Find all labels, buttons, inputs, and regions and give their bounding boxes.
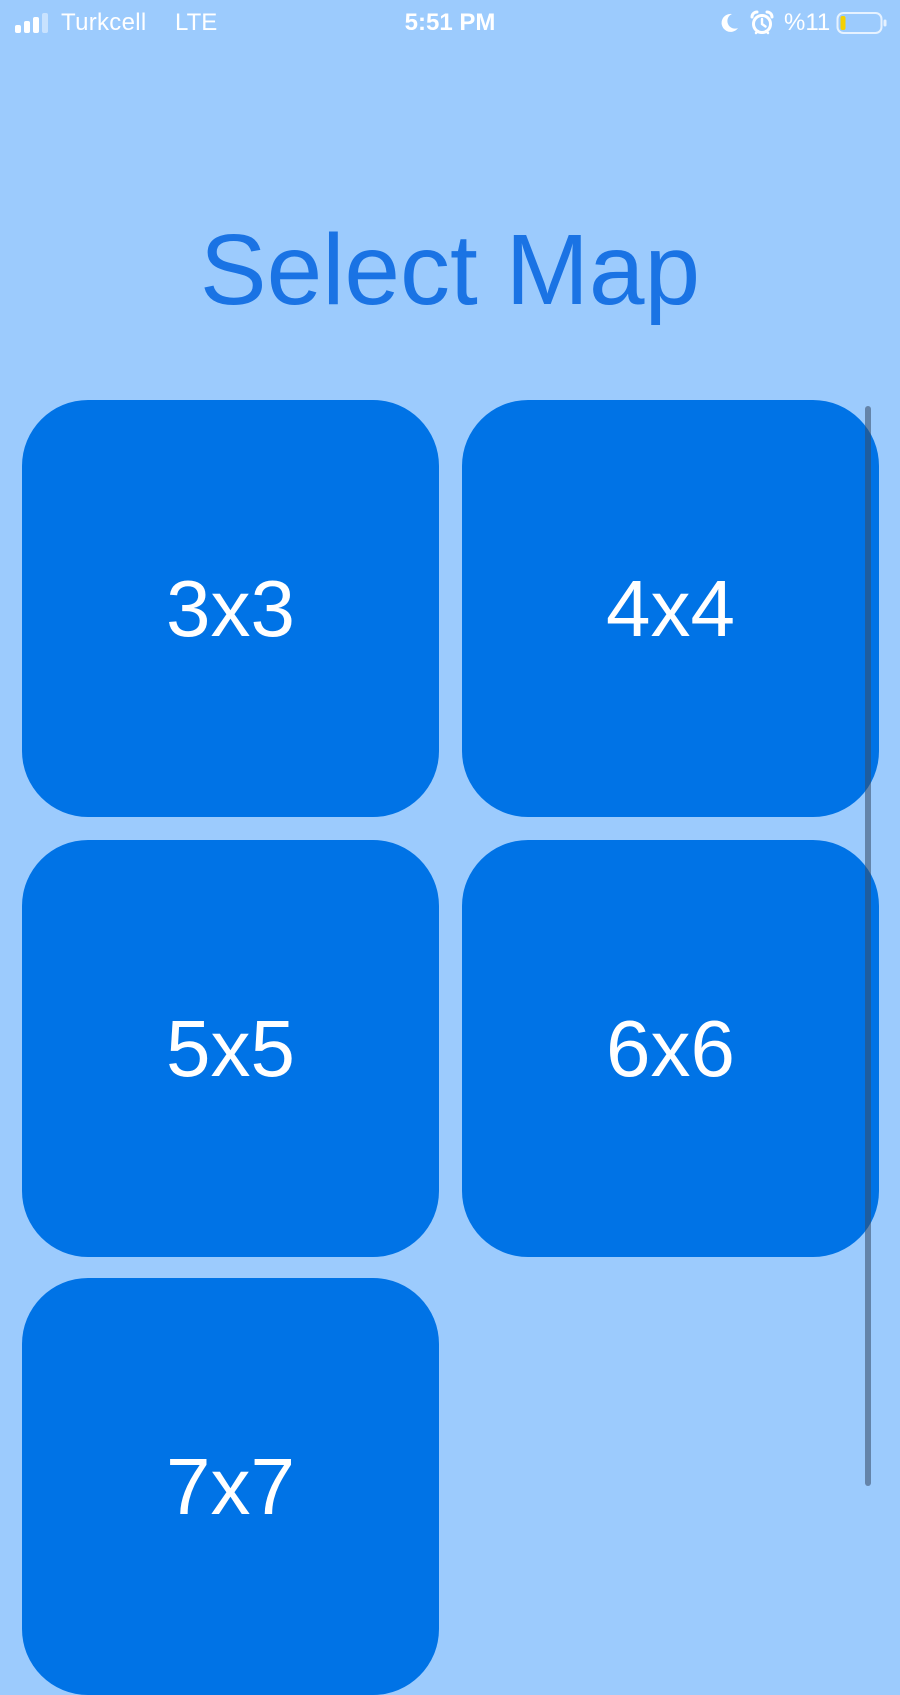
map-option-3x3[interactable]: 3x3 [22,400,439,817]
battery-percentage: %11 [784,9,831,36]
alarm-icon [750,10,774,35]
scrollbar[interactable] [865,406,871,1486]
page-title: Select Map [199,214,701,326]
map-option-5x5[interactable]: 5x5 [22,840,439,1257]
battery-icon [836,12,887,34]
map-option-label: 4x4 [606,563,735,653]
map-option-label: 6x6 [606,1003,735,1093]
map-option-7x7[interactable]: 7x7 [22,1278,439,1695]
map-option-4x4[interactable]: 4x4 [462,400,879,817]
moon-icon [721,13,738,32]
map-option-label: 3x3 [166,563,295,653]
map-option-label: 7x7 [166,1441,295,1531]
map-option-label: 5x5 [166,1003,295,1093]
status-bar: Turkcell LTE 5:51 PM %11 [0,0,900,46]
map-option-6x6[interactable]: 6x6 [462,840,879,1257]
